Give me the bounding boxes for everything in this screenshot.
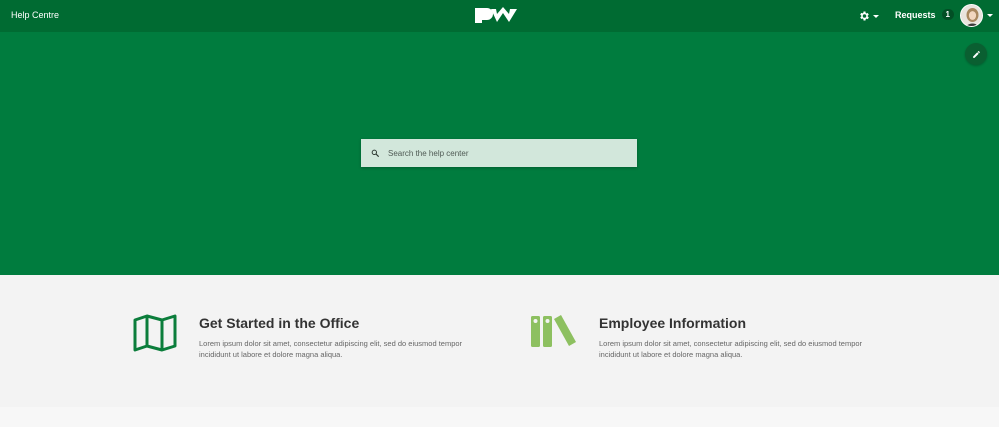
category-employee-information[interactable]: Employee Information Lorem ipsum dolor s… <box>530 314 884 360</box>
search-icon <box>371 149 379 157</box>
edit-button[interactable] <box>965 43 987 65</box>
category-list: Get Started in the Office Lorem ipsum do… <box>0 275 999 407</box>
chevron-down-icon <box>873 14 879 18</box>
search-input[interactable] <box>388 148 628 158</box>
requests-count-badge: 1 <box>941 9 954 20</box>
search-box[interactable] <box>361 139 637 167</box>
help-centre-link[interactable]: Help Centre <box>11 10 59 20</box>
category-description: Lorem ipsum dolor sit amet, consectetur … <box>199 339 463 359</box>
user-menu[interactable] <box>960 4 993 27</box>
user-avatar-icon <box>961 5 982 26</box>
map-icon <box>133 314 177 352</box>
requests-label: Requests <box>895 9 936 20</box>
category-get-started[interactable]: Get Started in the Office Lorem ipsum do… <box>133 314 484 360</box>
requests-link[interactable]: Requests 1 <box>895 9 954 20</box>
category-description: Lorem ipsum dolor sit amet, consectetur … <box>599 339 863 359</box>
category-title[interactable]: Get Started in the Office <box>199 315 484 331</box>
category-title[interactable]: Employee Information <box>599 315 884 331</box>
avatar <box>960 4 983 27</box>
settings-menu[interactable] <box>858 8 879 24</box>
pw-logo-icon[interactable] <box>474 6 524 24</box>
chevron-down-icon <box>987 14 993 17</box>
hero-banner <box>0 32 999 275</box>
pencil-icon <box>972 50 980 58</box>
binders-icon <box>531 315 576 347</box>
gear-icon <box>860 11 869 21</box>
top-navigation-bar: Help Centre Requests 1 <box>0 0 999 32</box>
page-bottom-strip <box>0 407 999 427</box>
